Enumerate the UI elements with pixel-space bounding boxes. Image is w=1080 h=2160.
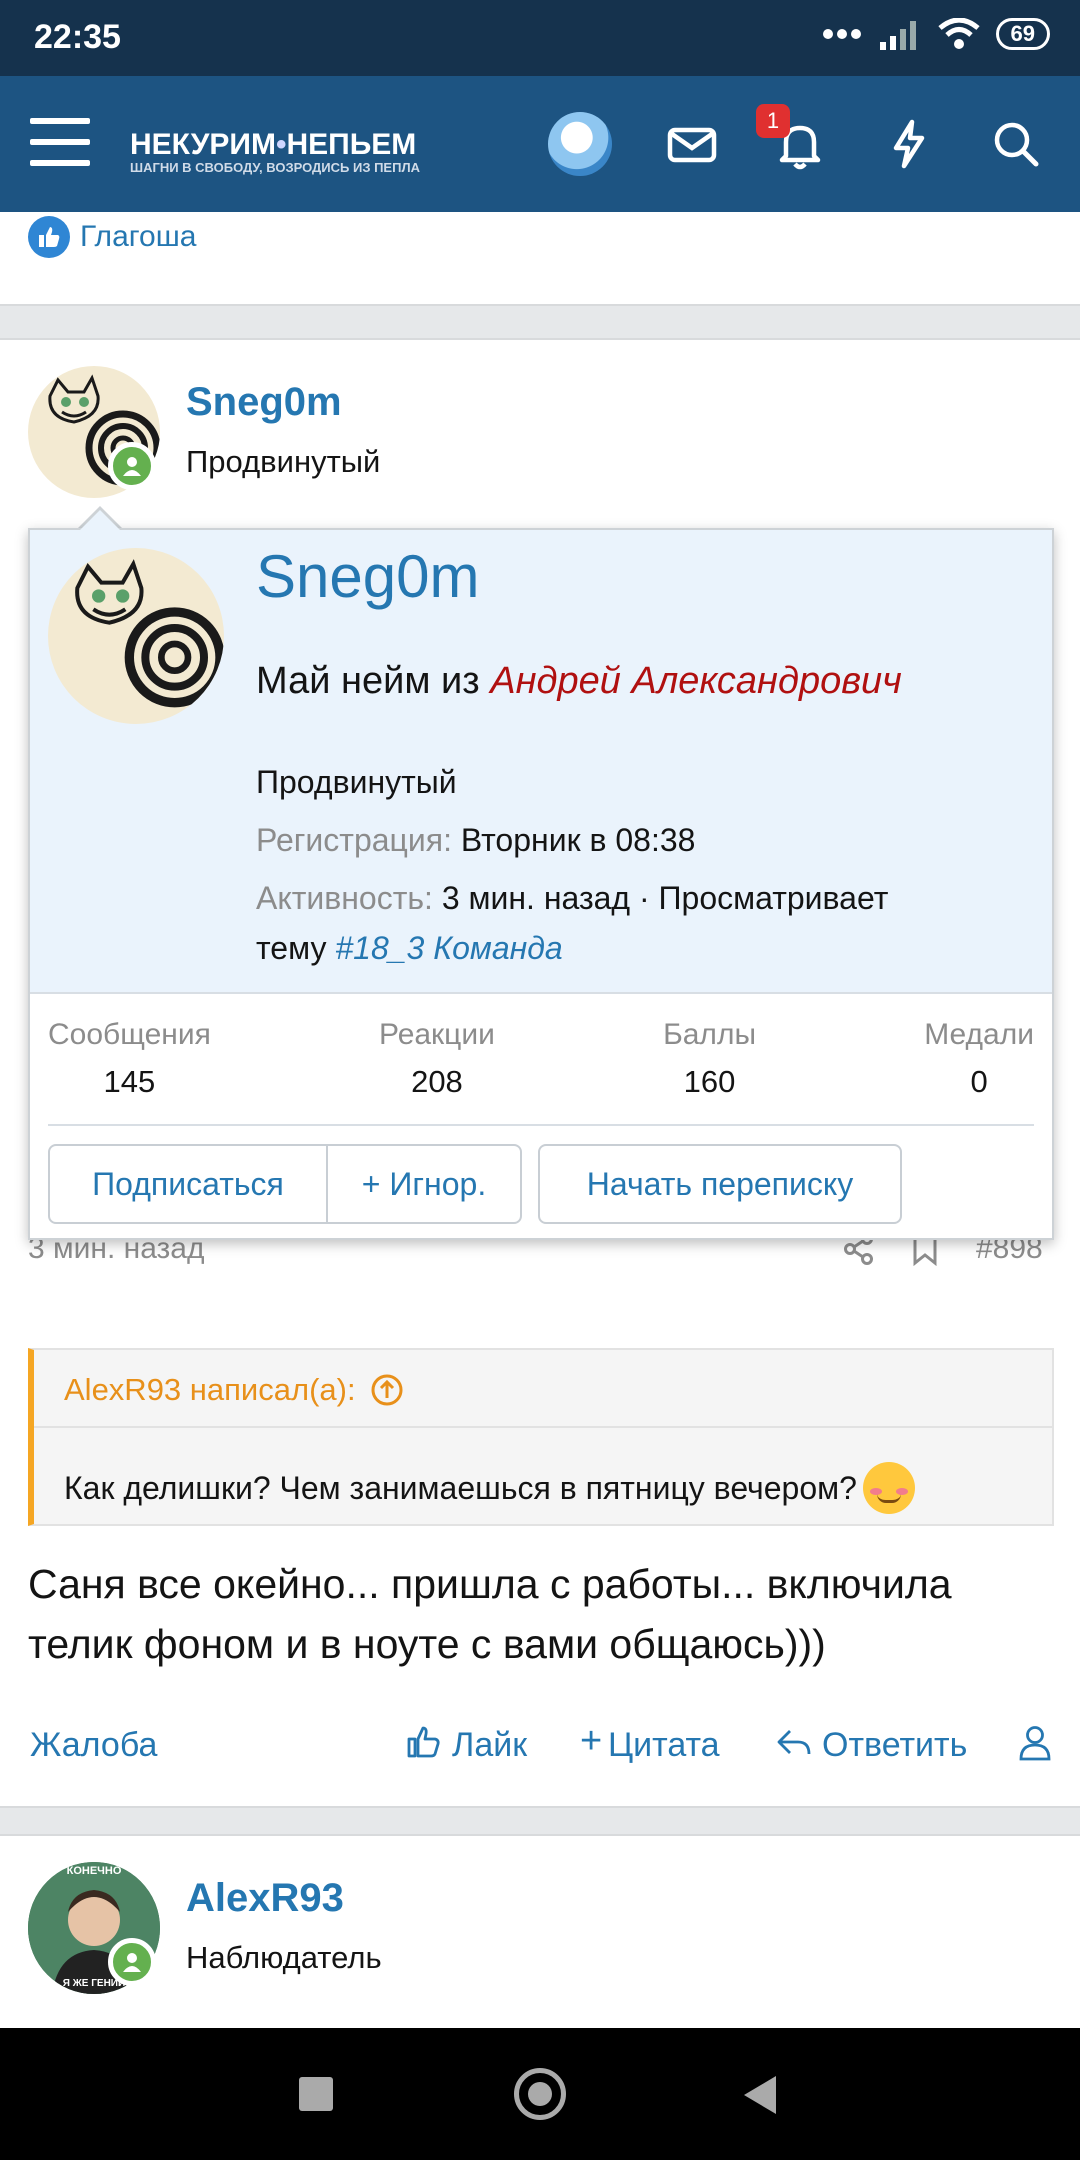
member-card-header: Sneg0m Май нейм из Андрей Александрович … bbox=[30, 530, 1052, 994]
site-logo[interactable]: НЕКУРИМ•НЕПЬЕМ ШАГНИ В СВОБОДУ, ВОЗРОДИС… bbox=[130, 128, 420, 175]
quote-link[interactable]: Цитата bbox=[608, 1726, 720, 1765]
stat-value: 160 bbox=[683, 1064, 736, 1099]
quote-block: AlexR93 написал(а): Как делишки? Чем зан… bbox=[28, 1348, 1054, 1526]
member-card-divider bbox=[48, 1124, 1034, 1126]
search-icon[interactable] bbox=[986, 114, 1046, 174]
user-avatar-icon[interactable] bbox=[548, 112, 612, 176]
stat-label: Сообщения bbox=[48, 1018, 211, 1051]
activity-topic-link[interactable]: #18_3 Команда bbox=[335, 930, 562, 966]
member-card-arrow-fill bbox=[80, 510, 120, 530]
member-card-name[interactable]: Sneg0m bbox=[256, 542, 479, 611]
stat-label: Баллы bbox=[663, 1018, 757, 1051]
quote-text: Как делишки? Чем занимаешься в пятницу в… bbox=[64, 1469, 857, 1506]
lightning-icon[interactable] bbox=[878, 114, 938, 174]
stat-points[interactable]: Баллы 160 bbox=[663, 1018, 756, 1100]
member-card-custom-title: Май нейм из Андрей Александрович bbox=[256, 660, 902, 703]
custom-title-prefix: Май нейм из bbox=[256, 660, 480, 702]
registered-value: Вторник в 08:38 bbox=[460, 822, 696, 858]
member-card-activity: Активность: 3 мин. назад · Просматривает bbox=[256, 880, 888, 917]
stat-label: Медали bbox=[924, 1018, 1034, 1051]
reply-icon[interactable] bbox=[776, 1726, 812, 1760]
quote-header[interactable]: AlexR93 написал(а): bbox=[64, 1372, 404, 1408]
back-button[interactable] bbox=[744, 2076, 776, 2114]
member-card: Sneg0m Май нейм из Андрей Александрович … bbox=[28, 528, 1054, 1240]
stat-reactions[interactable]: Реакции 208 bbox=[379, 1018, 495, 1100]
reply-link[interactable]: Ответить bbox=[822, 1726, 967, 1765]
member-card-activity-topic: тему #18_3 Команда bbox=[256, 930, 563, 967]
notifications-badge: 1 bbox=[756, 104, 790, 138]
user-icon[interactable] bbox=[1018, 1724, 1052, 1762]
arrow-up-circle-icon[interactable] bbox=[370, 1373, 404, 1407]
member-card-stats: Сообщения 145 Реакции 208 Баллы 160 Меда… bbox=[48, 1018, 1034, 1100]
system-nav-bar bbox=[0, 2028, 1080, 2160]
member-card-user-title: Продвинутый bbox=[256, 764, 457, 800]
like-link[interactable]: Лайк bbox=[452, 1726, 527, 1765]
wifi-icon bbox=[937, 18, 980, 49]
status-bar: 22:35 69 bbox=[0, 0, 1080, 76]
quote-body: Как делишки? Чем занимаешься в пятницу в… bbox=[64, 1462, 915, 1514]
stat-value: 0 bbox=[970, 1064, 988, 1099]
home-button[interactable] bbox=[514, 2068, 566, 2120]
battery-indicator: 69 bbox=[995, 18, 1050, 50]
clock: 22:35 bbox=[34, 18, 121, 56]
previous-post-footer: Глагоша bbox=[0, 212, 1080, 306]
stat-medals[interactable]: Медали 0 bbox=[924, 1018, 1034, 1100]
online-status-icon bbox=[108, 442, 156, 490]
activity-value: 3 мин. назад · Просматривает bbox=[441, 880, 889, 916]
reaction-user[interactable]: Глагоша bbox=[80, 220, 196, 254]
stat-value: 208 bbox=[411, 1064, 463, 1099]
plus-icon[interactable]: + bbox=[580, 1720, 602, 1763]
logo-text-2: НЕПЬЕМ bbox=[286, 128, 417, 161]
member-card-avatar[interactable] bbox=[48, 548, 224, 724]
recents-button[interactable] bbox=[299, 2077, 333, 2111]
menu-icon[interactable] bbox=[30, 118, 90, 168]
report-link[interactable]: Жалоба bbox=[30, 1726, 157, 1765]
author-name[interactable]: Sneg0m bbox=[186, 380, 342, 425]
registered-label: Регистрация: bbox=[256, 822, 452, 858]
app-header: НЕКУРИМ•НЕПЬЕМ ШАГНИ В СВОБОДУ, ВОЗРОДИС… bbox=[0, 76, 1080, 212]
next-author-name[interactable]: AlexR93 bbox=[186, 1876, 344, 1921]
stat-label: Реакции bbox=[379, 1018, 495, 1051]
stat-value: 145 bbox=[103, 1064, 156, 1099]
start-conversation-button[interactable]: Начать переписку bbox=[538, 1144, 902, 1224]
logo-text-1: НЕКУРИМ bbox=[130, 128, 276, 161]
next-online-status-icon bbox=[108, 1938, 156, 1986]
stat-messages[interactable]: Сообщения 145 bbox=[48, 1018, 211, 1100]
like-reaction-icon bbox=[28, 216, 70, 258]
quote-divider bbox=[34, 1426, 1052, 1428]
post-actions: Жалоба Лайк + Цитата Ответить bbox=[28, 1718, 1054, 1778]
thumbs-up-icon[interactable] bbox=[406, 1724, 442, 1760]
activity-label: Активность: bbox=[256, 880, 433, 916]
activity-topic-prefix: тему bbox=[256, 930, 327, 966]
ignore-button[interactable]: + Игнор. bbox=[326, 1144, 522, 1224]
inbox-icon[interactable] bbox=[662, 114, 722, 174]
svg-text:КОНЕЧНО: КОНЕЧНО bbox=[67, 1865, 122, 1877]
reactions-summary[interactable]: Глагоша bbox=[28, 216, 196, 258]
member-card-registered: Регистрация: Вторник в 08:38 bbox=[256, 822, 695, 859]
dots-icon bbox=[822, 29, 861, 39]
author-title: Продвинутый bbox=[186, 444, 381, 479]
custom-title-name: Андрей Александрович bbox=[490, 660, 902, 702]
status-icons: 69 bbox=[822, 18, 1050, 50]
logo-slogan: ШАГНИ В СВОБОДУ, ВОЗРОДИСЬ ИЗ ПЕПЛА bbox=[130, 160, 420, 175]
signal-icon bbox=[879, 21, 916, 50]
post-body: Саня все окейно... пришла с работы... вк… bbox=[28, 1561, 952, 1667]
next-post: КОНЕЧНО Я ЖЕ ГЕНИЙ AlexR93 Наблюдатель bbox=[0, 1834, 1080, 2028]
next-author-title: Наблюдатель bbox=[186, 1940, 382, 1975]
logo-dot: • bbox=[275, 128, 287, 161]
quote-author[interactable]: AlexR93 написал(а): bbox=[64, 1372, 356, 1408]
blush-emoji-icon bbox=[862, 1462, 915, 1514]
follow-button[interactable]: Подписаться bbox=[48, 1144, 328, 1224]
